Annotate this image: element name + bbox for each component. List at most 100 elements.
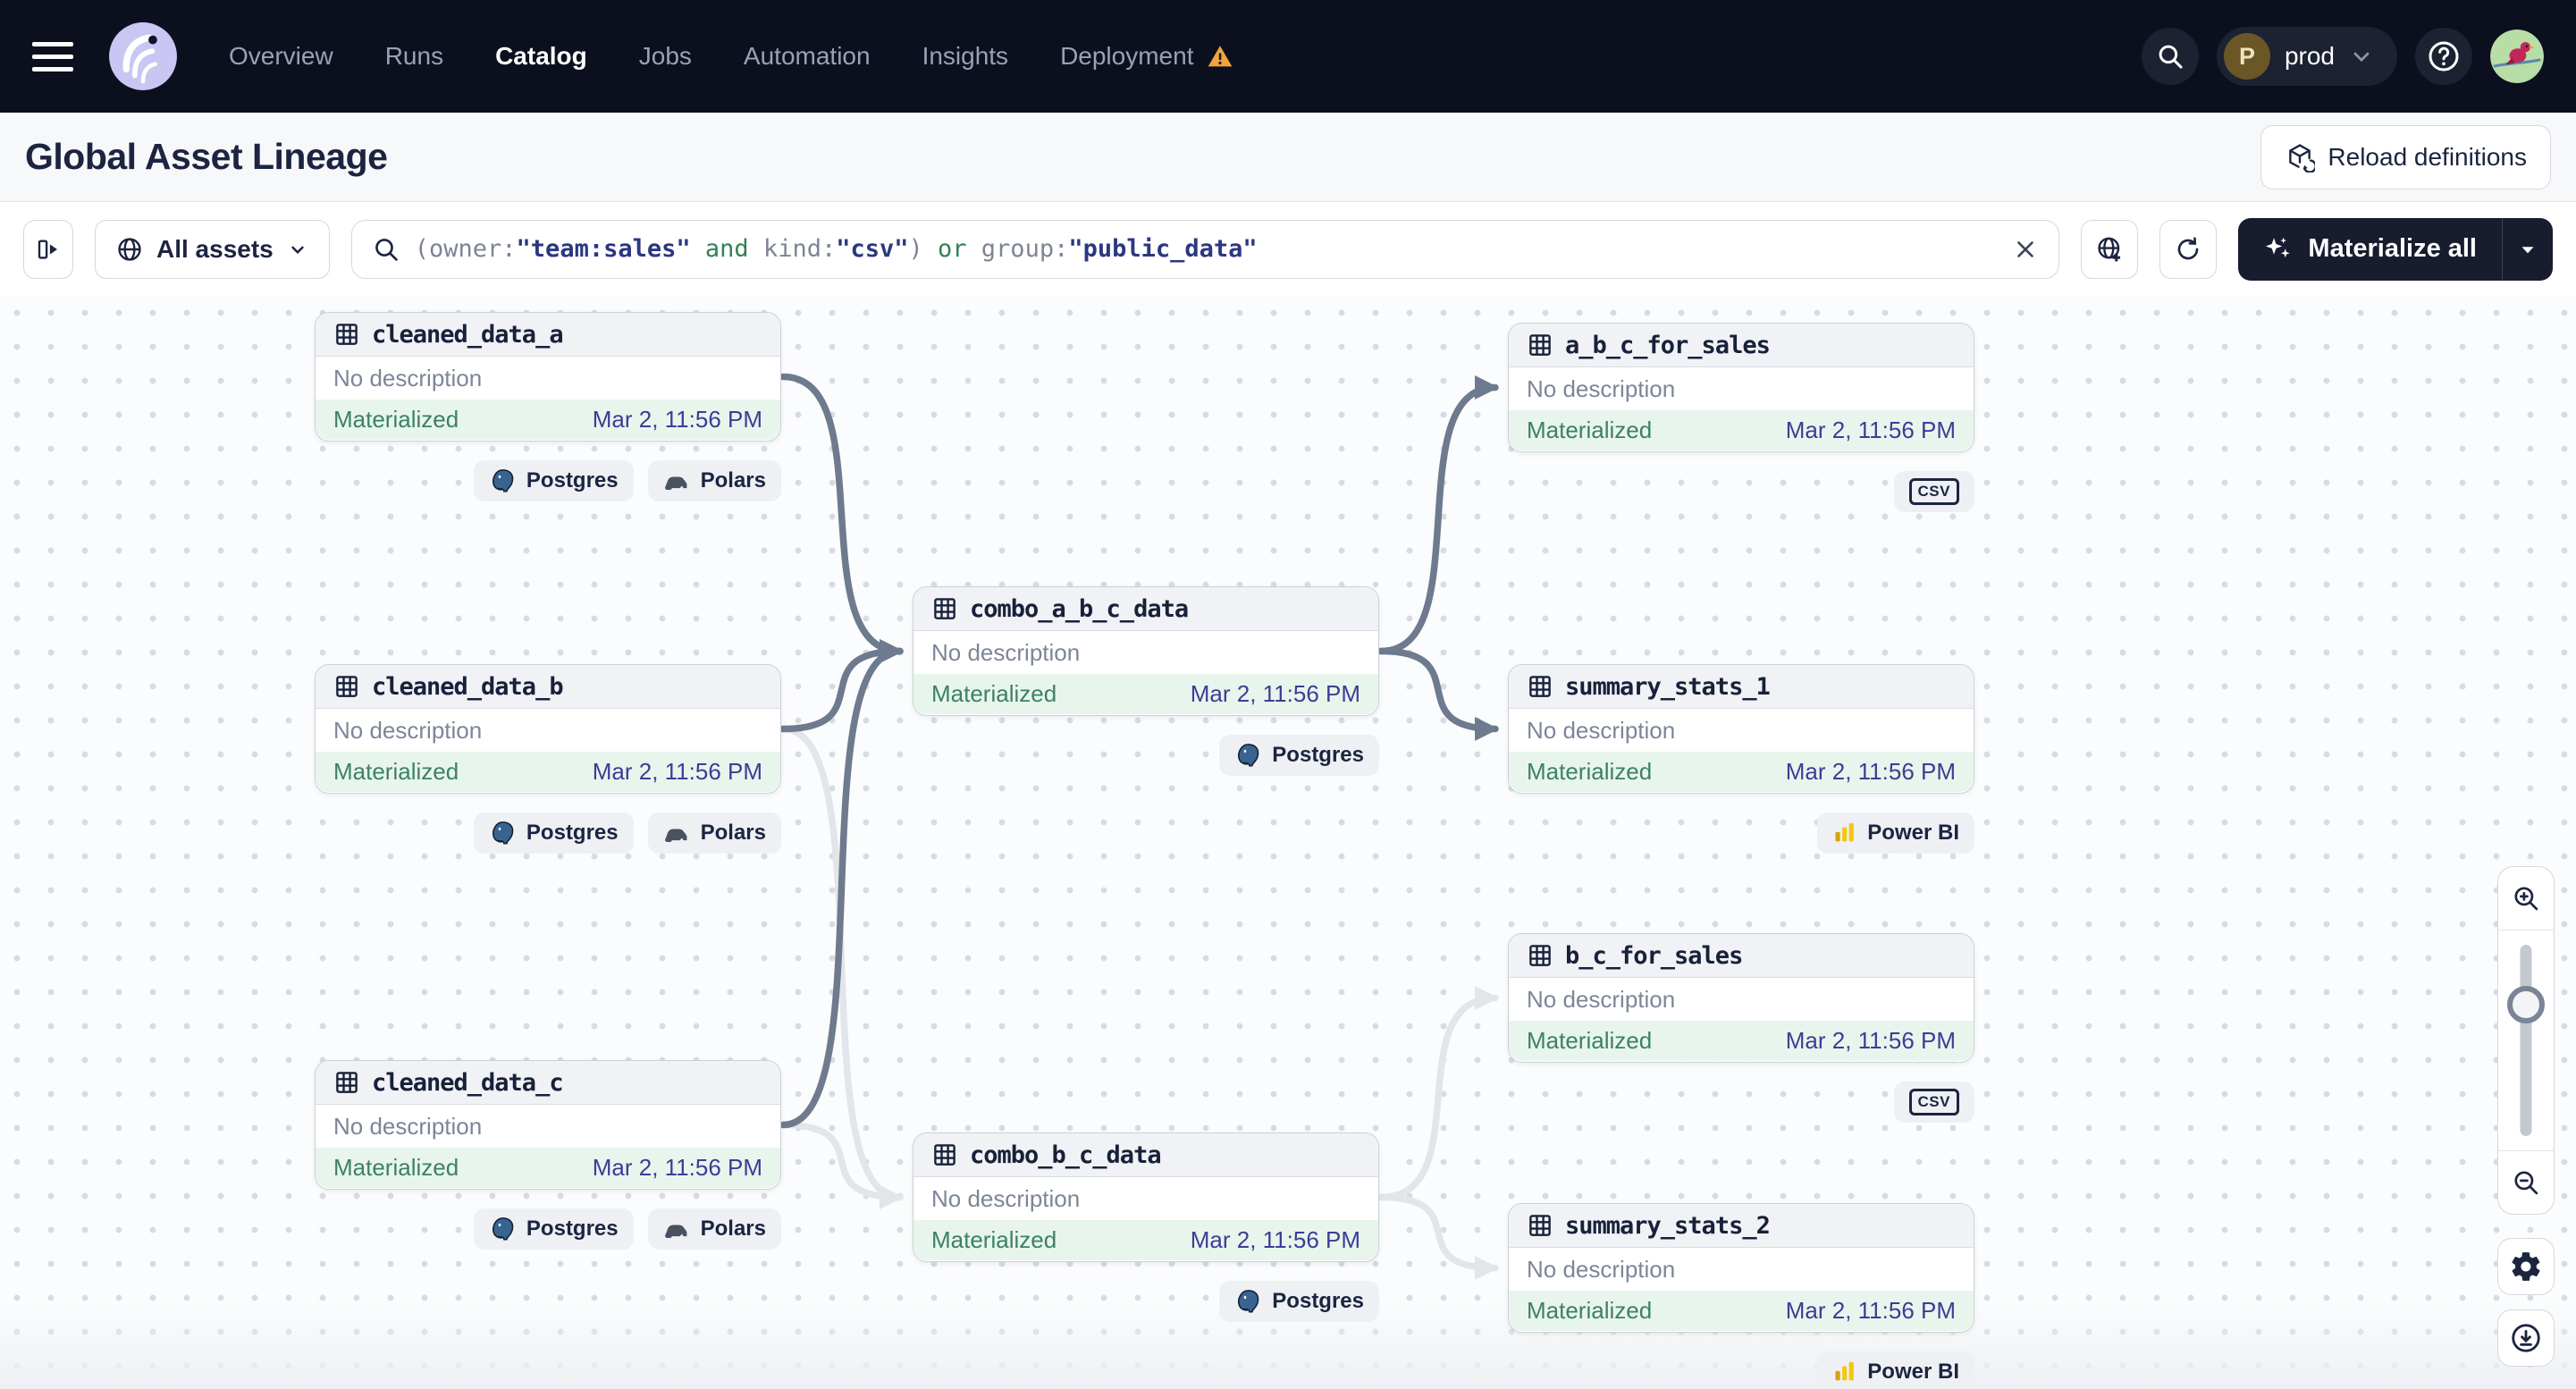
lineage-edge bbox=[1377, 647, 1500, 741]
kind-tag-power-bi[interactable]: Power BI bbox=[1817, 1351, 1974, 1389]
nav-item-deployment[interactable]: Deployment bbox=[1060, 42, 1234, 71]
search-icon[interactable] bbox=[2141, 28, 2199, 85]
kind-tag-postgres[interactable]: Postgres bbox=[1219, 1281, 1379, 1322]
avatar[interactable] bbox=[2490, 29, 2544, 83]
asset-name: combo_b_c_data bbox=[970, 1141, 1162, 1169]
kind-tag-label: Polars bbox=[700, 821, 766, 845]
warning-icon bbox=[1208, 46, 1233, 67]
nav-item-catalog[interactable]: Catalog bbox=[495, 42, 587, 71]
nav-item-label: Deployment bbox=[1060, 42, 1194, 70]
asset-node-header: cleaned_data_c bbox=[316, 1061, 780, 1105]
asset-node-cleaned_data_c[interactable]: cleaned_data_c No description Materializ… bbox=[315, 1060, 781, 1190]
zoom-slider[interactable] bbox=[2498, 930, 2554, 1151]
kind-tag-csv[interactable]: csv bbox=[1893, 471, 1974, 512]
asset-node-combo_b_c_data[interactable]: combo_b_c_data No description Materializ… bbox=[913, 1132, 1379, 1262]
asset-node-b_c_for_sales[interactable]: b_c_for_sales No description Materialize… bbox=[1508, 933, 1974, 1063]
materialize-all-label: Materialize all bbox=[2308, 234, 2477, 263]
materialization-timestamp: Mar 2, 11:56 PM bbox=[1190, 1226, 1360, 1253]
materialize-options-button[interactable] bbox=[2503, 218, 2553, 281]
kind-tag-postgres[interactable]: Postgres bbox=[473, 1208, 634, 1250]
nav-item-automation[interactable]: Automation bbox=[744, 42, 871, 71]
kind-tag-postgres[interactable]: Postgres bbox=[473, 812, 634, 854]
asset-node-summary_stats_2[interactable]: summary_stats_2 No description Materiali… bbox=[1508, 1203, 1974, 1333]
kind-tag-polars[interactable]: Polars bbox=[647, 812, 781, 854]
asset-status-row: Materialized Mar 2, 11:56 PM bbox=[316, 1148, 780, 1188]
nav-item-overview[interactable]: Overview bbox=[229, 42, 333, 71]
query-segment: or bbox=[938, 235, 967, 263]
environment-avatar: P bbox=[2223, 33, 2270, 80]
zoom-slider-thumb[interactable] bbox=[2507, 986, 2545, 1023]
query-segment: "public_data" bbox=[1068, 235, 1258, 263]
kind-tag-polars[interactable]: Polars bbox=[647, 1208, 781, 1250]
nav-item-insights[interactable]: Insights bbox=[922, 42, 1009, 71]
asset-kind-tags: csv bbox=[1508, 1082, 1974, 1123]
asset-node-header: combo_a_b_c_data bbox=[913, 587, 1378, 631]
kind-tag-csv[interactable]: csv bbox=[1893, 1082, 1974, 1123]
environment-switcher[interactable]: P prod bbox=[2216, 27, 2397, 86]
open-panel-icon[interactable] bbox=[23, 219, 73, 279]
asset-node-cleaned_data_b[interactable]: cleaned_data_b No description Materializ… bbox=[315, 664, 781, 794]
reload-definitions-button[interactable]: Reload definitions bbox=[2260, 124, 2551, 189]
kind-tag-label: Postgres bbox=[1272, 1289, 1364, 1313]
postgres-icon bbox=[1234, 1288, 1262, 1316]
download-icon bbox=[2512, 1324, 2540, 1352]
asset-description: No description bbox=[931, 1184, 1081, 1212]
query-segment: "team:sales" bbox=[516, 235, 691, 263]
asset-name: cleaned_data_c bbox=[372, 1068, 564, 1097]
query-segment bbox=[749, 235, 763, 263]
materialization-timestamp: Mar 2, 11:56 PM bbox=[592, 758, 762, 785]
asset-description: No description bbox=[1527, 375, 1676, 402]
kind-tag-postgres[interactable]: Postgres bbox=[473, 460, 634, 501]
materialization-timestamp: Mar 2, 11:56 PM bbox=[1785, 1297, 1956, 1324]
asset-node-a_b_c_for_sales[interactable]: a_b_c_for_sales No description Materiali… bbox=[1508, 323, 1974, 452]
table-icon bbox=[336, 676, 358, 697]
status-badge: Materialized bbox=[333, 1154, 459, 1181]
kind-tag-label: Postgres bbox=[1272, 743, 1364, 767]
materialization-timestamp: Mar 2, 11:56 PM bbox=[1190, 680, 1360, 707]
kind-tag-postgres[interactable]: Postgres bbox=[1219, 735, 1379, 776]
asset-node-combo_a_b_c_data[interactable]: combo_a_b_c_data No description Material… bbox=[913, 586, 1379, 716]
refresh-icon[interactable] bbox=[2159, 219, 2218, 279]
asset-node-cleaned_data_a[interactable]: cleaned_data_a No description Materializ… bbox=[315, 312, 781, 442]
menu-icon[interactable] bbox=[32, 36, 73, 77]
asset-status-row: Materialized Mar 2, 11:56 PM bbox=[1509, 410, 1974, 450]
asset-node-header: summary_stats_2 bbox=[1509, 1204, 1974, 1248]
help-icon[interactable] bbox=[2415, 28, 2472, 85]
download-button[interactable] bbox=[2497, 1309, 2555, 1367]
status-badge: Materialized bbox=[1527, 1027, 1653, 1054]
search-query-text: (owner:"team:sales" and kind:"csv") or g… bbox=[415, 235, 1999, 263]
asset-description: No description bbox=[333, 1112, 483, 1140]
asset-search-input[interactable]: (owner:"team:sales" and kind:"csv") or g… bbox=[350, 219, 2060, 279]
asset-description: No description bbox=[333, 364, 483, 391]
polars-icon bbox=[663, 1220, 691, 1238]
kind-tag-label: Power BI bbox=[1867, 1360, 1959, 1384]
zoom-slider-track[interactable] bbox=[2520, 945, 2532, 1136]
lineage-edge bbox=[779, 373, 905, 663]
nav-item-runs[interactable]: Runs bbox=[385, 42, 443, 71]
zoom-in-icon[interactable] bbox=[2498, 867, 2554, 930]
title-bar: Global Asset Lineage Reload definitions bbox=[0, 113, 2576, 202]
canvas-settings-button[interactable] bbox=[2497, 1238, 2555, 1295]
postgres-icon bbox=[489, 467, 517, 495]
nav-item-label: Automation bbox=[743, 42, 871, 70]
kind-tag-polars[interactable]: Polars bbox=[647, 460, 781, 501]
dagster-logo-icon[interactable] bbox=[102, 15, 184, 97]
powerbi-icon bbox=[1832, 1360, 1857, 1385]
lineage-canvas[interactable]: cleaned_data_a No description Materializ… bbox=[0, 296, 2576, 1389]
filter-to-group-icon[interactable] bbox=[2081, 219, 2139, 279]
asset-node-summary_stats_1[interactable]: summary_stats_1 No description Materiali… bbox=[1508, 664, 1974, 794]
asset-description: No description bbox=[1527, 1255, 1676, 1283]
asset-description: No description bbox=[931, 638, 1081, 666]
kind-tag-power-bi[interactable]: Power BI bbox=[1817, 812, 1974, 854]
asset-node-header: b_c_for_sales bbox=[1509, 934, 1974, 978]
kind-tag-label: Polars bbox=[700, 468, 766, 492]
asset-kind-tags: Postgres Polars bbox=[315, 460, 781, 501]
query-segment: "csv" bbox=[836, 235, 909, 263]
materialize-all-button[interactable]: Materialize all bbox=[2238, 218, 2502, 281]
asset-scope-dropdown[interactable]: All assets bbox=[95, 219, 330, 279]
zoom-out-icon[interactable] bbox=[2498, 1151, 2554, 1214]
table-icon bbox=[1529, 676, 1551, 697]
clear-search-icon[interactable] bbox=[2012, 236, 2039, 263]
polars-icon bbox=[663, 472, 691, 490]
nav-item-jobs[interactable]: Jobs bbox=[639, 42, 692, 71]
